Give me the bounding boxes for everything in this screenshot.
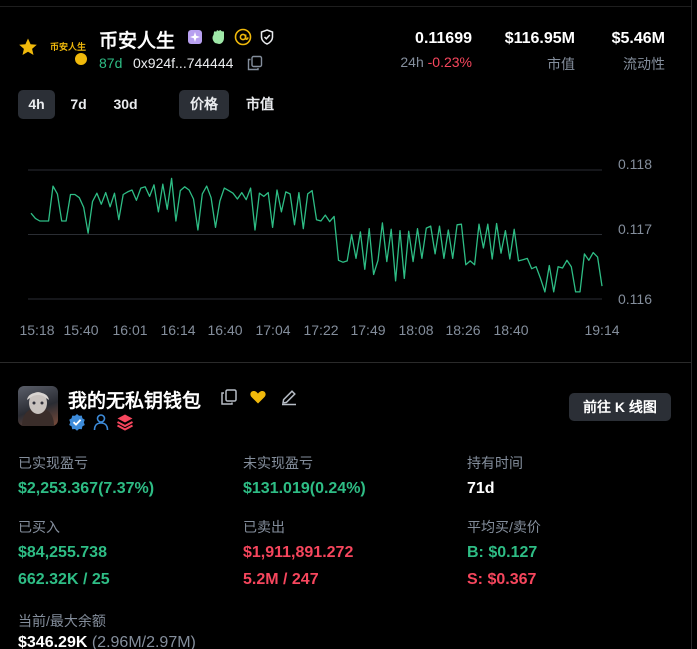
change-period: 24h xyxy=(400,54,424,70)
tab-4h[interactable]: 4h xyxy=(18,90,55,119)
hold-time-label: 持有时间 xyxy=(467,455,523,471)
x-tick-label: 16:14 xyxy=(160,322,196,338)
bnb-badge-icon xyxy=(74,52,88,66)
bought-label: 已买入 xyxy=(18,519,60,535)
edit-pencil-icon[interactable] xyxy=(280,388,298,406)
balance-label: 当前/最大余额 xyxy=(18,613,106,629)
token-age: 87d xyxy=(99,55,123,71)
star-icon[interactable] xyxy=(18,37,38,57)
layers-icon xyxy=(117,414,133,431)
market-cap-stat: $116.95M 市值 xyxy=(505,30,575,74)
tab-market-cap[interactable]: 市值 xyxy=(236,90,284,119)
x-tick-label: 17:04 xyxy=(255,322,291,338)
verified-shield-icon[interactable] xyxy=(258,28,276,46)
go-to-kline-button[interactable]: 前往 K 线图 xyxy=(569,393,671,421)
realized-pnl-value: $2,253.367(7.37%) xyxy=(18,480,155,497)
liquidity-stat: $5.46M 流动性 xyxy=(612,30,665,74)
price-chart[interactable]: 0.118 0.117 0.116 15:18 15:40 16:01 16:14 16… xyxy=(0,140,691,345)
tab-7d[interactable]: 7d xyxy=(60,90,97,119)
balance-detail: (2.96M/2.97M) xyxy=(91,634,196,649)
user-icon xyxy=(93,414,109,431)
right-divider xyxy=(691,0,692,649)
contract-address[interactable]: 0x924f...744444 xyxy=(133,55,233,71)
token-name: 币安人生 xyxy=(99,31,176,52)
unrealized-pnl-label: 未实现盈亏 xyxy=(243,455,313,471)
y-tick-label: 0.116 xyxy=(618,291,652,307)
token-badges xyxy=(186,28,276,46)
sparkle-icon[interactable] xyxy=(186,28,204,46)
price-chart-svg xyxy=(28,169,603,300)
x-tick-label: 18:26 xyxy=(445,322,481,338)
price-change: -0.23% xyxy=(427,54,472,70)
bought-detail: 662.32K / 25 xyxy=(18,571,110,588)
market-cap-label: 市值 xyxy=(547,56,575,72)
wave-hand-icon[interactable] xyxy=(210,28,228,46)
x-tick-label: 18:40 xyxy=(493,322,529,338)
heart-icon[interactable] xyxy=(249,388,267,406)
avg-sell-price: S: $0.367 xyxy=(467,571,537,588)
section-divider xyxy=(0,362,691,363)
price-line xyxy=(30,177,603,293)
at-sign-icon[interactable] xyxy=(234,28,252,46)
x-tick-label: 16:01 xyxy=(112,322,148,338)
wallet-name: 我的无私钥钱包 xyxy=(68,391,202,412)
sold-detail: 5.2M / 247 xyxy=(243,571,319,588)
token-logo: 币安人生 xyxy=(46,28,90,66)
tab-price[interactable]: 价格 xyxy=(179,90,229,119)
x-tick-label: 15:18 xyxy=(19,322,55,338)
market-cap-value: $116.95M xyxy=(504,30,575,47)
y-tick-label: 0.117 xyxy=(618,221,652,237)
x-tick-label: 19:14 xyxy=(584,322,620,338)
wallet-badges xyxy=(68,413,134,431)
price-stat: 0.11699 24h -0.23% xyxy=(400,30,472,70)
x-tick-label: 17:49 xyxy=(350,322,386,338)
tab-30d[interactable]: 30d xyxy=(104,90,147,119)
verified-badge-icon xyxy=(69,414,85,431)
realized-pnl-label: 已实现盈亏 xyxy=(18,455,88,471)
copy-icon[interactable] xyxy=(247,55,263,71)
unrealized-pnl-value: $131.019(0.24%) xyxy=(243,480,366,497)
liquidity-label: 流动性 xyxy=(623,56,665,72)
current-price: 0.11699 xyxy=(415,30,472,47)
avg-buy-price: B: $0.127 xyxy=(467,544,538,561)
x-tick-label: 16:40 xyxy=(207,322,243,338)
sold-value: $1,911,891.272 xyxy=(243,544,354,561)
avatar xyxy=(18,386,58,426)
liquidity-value: $5.46M xyxy=(611,30,665,47)
hold-time-value: 71d xyxy=(467,480,495,497)
x-tick-label: 17:22 xyxy=(303,322,339,338)
y-tick-label: 0.118 xyxy=(618,156,652,172)
x-tick-label: 18:08 xyxy=(398,322,434,338)
bought-value: $84,255.738 xyxy=(18,544,107,561)
token-header: 币安人生 币安人生 87d 0x924f...744444 0.11699 24… xyxy=(0,0,691,86)
balance-value: $346.29K xyxy=(18,634,88,649)
avg-price-label: 平均买/卖价 xyxy=(467,519,541,535)
x-tick-label: 15:40 xyxy=(63,322,99,338)
copy-icon[interactable] xyxy=(220,388,238,406)
sold-label: 已卖出 xyxy=(243,519,285,535)
